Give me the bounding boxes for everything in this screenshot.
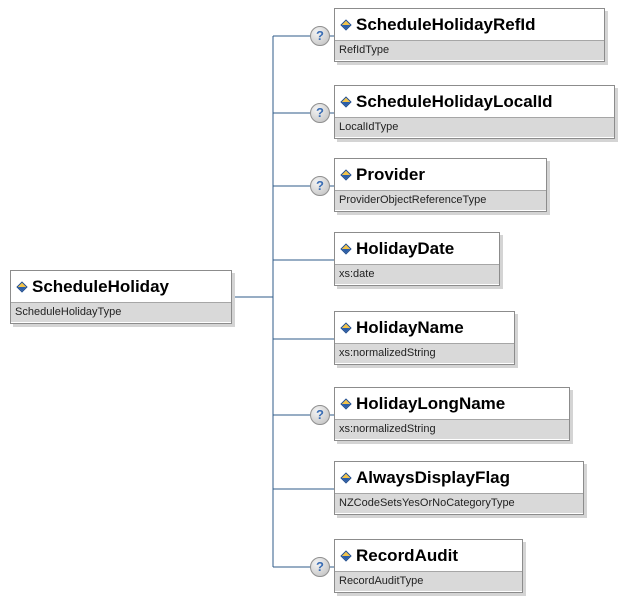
element-type-label: RecordAuditType: [335, 571, 522, 591]
element-box-provider[interactable]: Provider ProviderObjectReferenceType: [334, 158, 547, 212]
optional-question-icon: ?: [310, 176, 330, 196]
optional-question-icon: ?: [310, 405, 330, 425]
element-box-holidayname[interactable]: HolidayName xs:normalizedString: [334, 311, 515, 365]
element-name-text: Provider: [356, 164, 425, 184]
element-icon: [340, 18, 352, 31]
optional-question-icon: ?: [310, 103, 330, 123]
root-name-text: ScheduleHoliday: [32, 276, 169, 296]
element-icon: [340, 95, 352, 108]
element-name: Provider: [335, 159, 546, 190]
element-icon: [340, 242, 352, 255]
element-name: ScheduleHolidayLocalId: [335, 86, 614, 117]
element-type-label: ProviderObjectReferenceType: [335, 190, 546, 210]
root-type-label: ScheduleHolidayType: [11, 302, 231, 322]
element-icon: [16, 280, 28, 293]
element-name-text: ScheduleHolidayRefId: [356, 14, 536, 34]
element-name: AlwaysDisplayFlag: [335, 462, 583, 493]
element-type-label: xs:date: [335, 264, 499, 284]
element-name: ScheduleHolidayRefId: [335, 9, 604, 40]
element-name: RecordAudit: [335, 540, 522, 571]
element-box-scheduleholidaylocalid[interactable]: ScheduleHolidayLocalId LocalIdType: [334, 85, 615, 139]
element-name-text: RecordAudit: [356, 545, 458, 565]
element-box-alwaysdisplayflag[interactable]: AlwaysDisplayFlag NZCodeSetsYesOrNoCatego…: [334, 461, 584, 515]
optional-question-icon: ?: [310, 26, 330, 46]
element-type-label: RefIdType: [335, 40, 604, 60]
element-icon: [340, 471, 352, 484]
root-element-name: ScheduleHoliday: [11, 271, 231, 302]
element-icon: [340, 321, 352, 334]
element-name: HolidayLongName: [335, 388, 569, 419]
element-icon: [340, 549, 352, 562]
element-box-holidaylongname[interactable]: HolidayLongName xs:normalizedString: [334, 387, 570, 441]
optional-question-icon: ?: [310, 557, 330, 577]
element-type-label: xs:normalizedString: [335, 419, 569, 439]
element-icon: [340, 168, 352, 181]
element-type-label: NZCodeSetsYesOrNoCategoryType: [335, 493, 583, 513]
element-type-label: xs:normalizedString: [335, 343, 514, 363]
element-type-label: LocalIdType: [335, 117, 614, 137]
element-name-text: HolidayLongName: [356, 393, 506, 413]
element-name: HolidayName: [335, 312, 514, 343]
element-name-text: ScheduleHolidayLocalId: [356, 91, 553, 111]
element-name-text: HolidayDate: [356, 238, 455, 258]
root-element-box[interactable]: ScheduleHoliday ScheduleHolidayType: [10, 270, 232, 324]
element-box-scheduleholidayrefid[interactable]: ScheduleHolidayRefId RefIdType: [334, 8, 605, 62]
schema-diagram: ScheduleHoliday ScheduleHolidayType Sche…: [0, 0, 623, 596]
element-name-text: AlwaysDisplayFlag: [356, 467, 511, 487]
element-box-holidaydate[interactable]: HolidayDate xs:date: [334, 232, 500, 286]
element-name-text: HolidayName: [356, 317, 464, 337]
element-box-recordaudit[interactable]: RecordAudit RecordAuditType: [334, 539, 523, 593]
element-icon: [340, 397, 352, 410]
element-name: HolidayDate: [335, 233, 499, 264]
